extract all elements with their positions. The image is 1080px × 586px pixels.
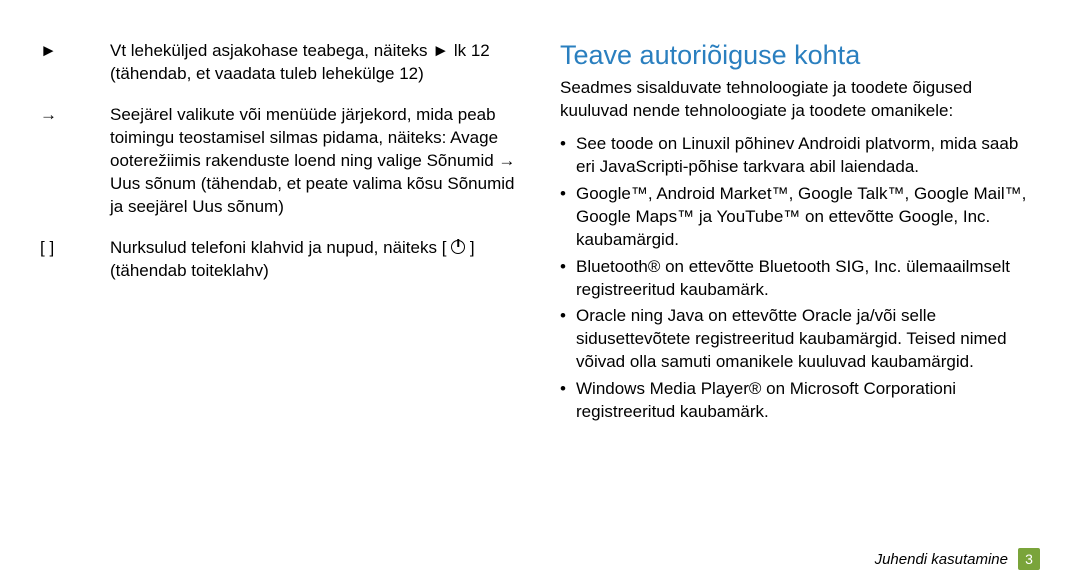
bullet-list: See toode on Linuxil põhinev Androidi pl… xyxy=(560,133,1040,424)
left-column: ► Vt leheküljed asjakohase teabega, näit… xyxy=(40,40,520,566)
section-title: Teave autoriõiguse kohta xyxy=(560,40,1040,71)
list-item: See toode on Linuxil põhinev Androidi pl… xyxy=(560,133,1040,179)
definition-text: Vt leheküljed asjakohase teabega, näitek… xyxy=(110,40,520,86)
list-item: Bluetooth® on ettevõtte Bluetooth SIG, I… xyxy=(560,256,1040,302)
definition-row: → Seejärel valikute või menüüde järjekor… xyxy=(40,104,520,219)
footer-section-label: Juhendi kasutamine xyxy=(875,551,1008,568)
arrow-right-icon: → xyxy=(40,104,110,219)
definition-row: ► Vt leheküljed asjakohase teabega, näit… xyxy=(40,40,520,86)
triangle-right-icon: ► xyxy=(40,40,110,86)
intro-text: Seadmes sisalduvate tehnoloogiate ja too… xyxy=(560,77,1040,123)
list-item: Google™, Android Market™, Google Talk™, … xyxy=(560,183,1040,252)
page: ► Vt leheküljed asjakohase teabega, näit… xyxy=(0,0,1080,586)
definition-text: Seejärel valikute või menüüde järjekord,… xyxy=(110,104,520,219)
brackets-icon: [ ] xyxy=(40,237,110,283)
page-footer: Juhendi kasutamine 3 xyxy=(875,548,1040,570)
power-icon xyxy=(451,240,465,254)
right-column: Teave autoriõiguse kohta Seadmes sisaldu… xyxy=(560,40,1040,566)
definition-text: Nurksulud telefoni klahvid ja nupud, näi… xyxy=(110,237,520,283)
page-number: 3 xyxy=(1018,548,1040,570)
list-item: Oracle ning Java on ettevõtte Oracle ja/… xyxy=(560,305,1040,374)
list-item: Windows Media Player® on Microsoft Corpo… xyxy=(560,378,1040,424)
definition-row: [ ] Nurksulud telefoni klahvid ja nupud,… xyxy=(40,237,520,283)
